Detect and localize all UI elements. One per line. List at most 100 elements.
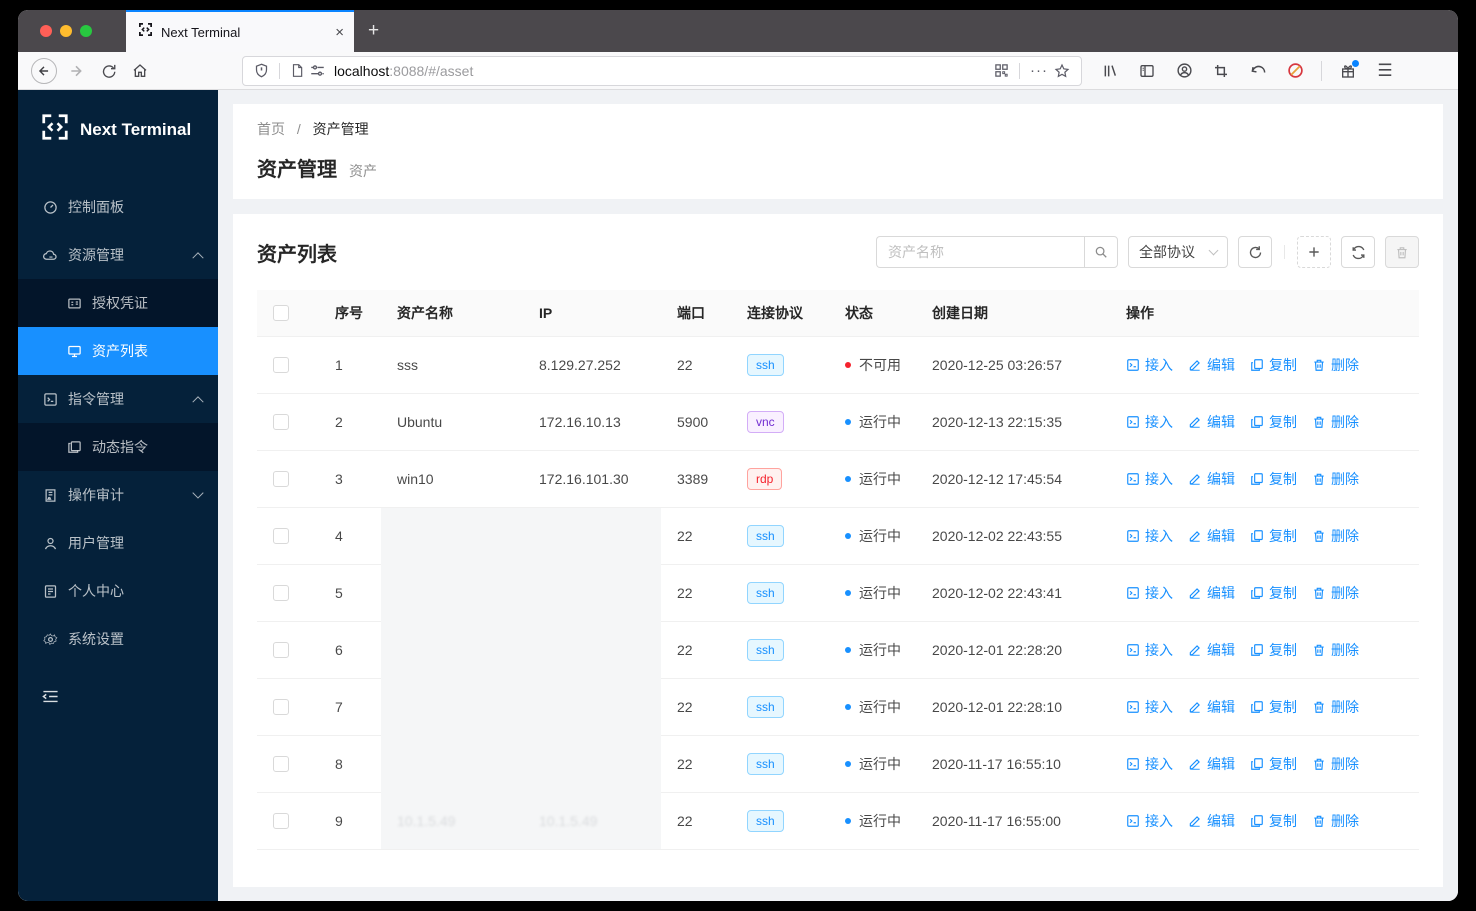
refresh-button[interactable]	[1341, 236, 1375, 268]
sidebar-item-audit[interactable]: 操作审计	[18, 471, 218, 519]
row-checkbox[interactable]	[273, 642, 289, 658]
sidebar-item-profile[interactable]: 个人中心	[18, 567, 218, 615]
access-link[interactable]: 接入	[1126, 469, 1173, 489]
forward-button[interactable]	[62, 57, 90, 85]
delete-link[interactable]: 删除	[1312, 412, 1359, 432]
access-link[interactable]: 接入	[1126, 754, 1173, 774]
traffic-lights[interactable]	[18, 10, 112, 52]
sidebar-item-users[interactable]: 用户管理	[18, 519, 218, 567]
access-link[interactable]: 接入	[1126, 811, 1173, 831]
delete-link[interactable]: 删除	[1312, 811, 1359, 831]
menu-fold-icon[interactable]	[42, 689, 218, 709]
protocol-filter-select[interactable]: 全部协议	[1128, 236, 1228, 268]
content-block-icon[interactable]	[1281, 58, 1309, 84]
sidebar-item-dashboard[interactable]: 控制面板	[18, 183, 218, 231]
edit-link[interactable]: 编辑	[1188, 811, 1235, 831]
search-button[interactable]	[1084, 236, 1118, 268]
screenshot-icon[interactable]	[1207, 58, 1235, 84]
delete-link[interactable]: 删除	[1312, 526, 1359, 546]
row-checkbox[interactable]	[273, 414, 289, 430]
page-actions-icon[interactable]: ···	[1030, 62, 1048, 79]
status-badge: 运行中	[845, 583, 901, 603]
copy-link[interactable]: 复制	[1250, 754, 1297, 774]
delete-link[interactable]: 删除	[1312, 640, 1359, 660]
home-button[interactable]	[126, 57, 154, 85]
copy-link[interactable]: 复制	[1250, 811, 1297, 831]
qr-code-icon[interactable]	[994, 63, 1009, 78]
row-checkbox[interactable]	[273, 357, 289, 373]
back-button[interactable]	[30, 57, 58, 85]
access-link[interactable]: 接入	[1126, 697, 1173, 717]
sidebar-item-assets[interactable]: 资产列表	[18, 327, 218, 375]
copy-link[interactable]: 复制	[1250, 526, 1297, 546]
breadcrumb-home[interactable]: 首页	[257, 121, 285, 137]
protocol-badge: ssh	[747, 753, 784, 775]
menu-icon[interactable]: ☰	[1371, 58, 1399, 84]
row-checkbox[interactable]	[273, 585, 289, 601]
sidebar-item-settings[interactable]: 系统设置	[18, 615, 218, 663]
edit-link[interactable]: 编辑	[1188, 526, 1235, 546]
delete-link[interactable]: 删除	[1312, 754, 1359, 774]
row-checkbox[interactable]	[273, 756, 289, 772]
sidebar-item-dynamic-commands[interactable]: 动态指令	[18, 423, 218, 471]
copy-link[interactable]: 复制	[1250, 469, 1297, 489]
permissions-icon[interactable]	[310, 64, 325, 77]
copy-link[interactable]: 复制	[1250, 697, 1297, 717]
access-link[interactable]: 接入	[1126, 526, 1173, 546]
edit-link[interactable]: 编辑	[1188, 640, 1235, 660]
undo-icon[interactable]	[1244, 58, 1272, 84]
shield-icon[interactable]	[254, 63, 269, 78]
sidebar-item-credentials[interactable]: 授权凭证	[18, 279, 218, 327]
delete-link[interactable]: 删除	[1312, 469, 1359, 489]
delete-link[interactable]: 删除	[1312, 583, 1359, 603]
library-icon[interactable]	[1096, 58, 1124, 84]
row-checkbox[interactable]	[273, 813, 289, 829]
edit-link[interactable]: 编辑	[1188, 412, 1235, 432]
access-link[interactable]: 接入	[1126, 640, 1173, 660]
edit-link[interactable]: 编辑	[1188, 697, 1235, 717]
access-link[interactable]: 接入	[1126, 583, 1173, 603]
account-icon[interactable]	[1170, 58, 1198, 84]
maximize-window-button[interactable]	[80, 25, 92, 37]
page-icon[interactable]	[290, 63, 304, 78]
access-link[interactable]: 接入	[1126, 355, 1173, 375]
status-label: 运行中	[859, 642, 901, 658]
minimize-window-button[interactable]	[60, 25, 72, 37]
gift-icon[interactable]	[1334, 58, 1362, 84]
copy-link[interactable]: 复制	[1250, 583, 1297, 603]
sidebar-item-commands[interactable]: 指令管理	[18, 375, 218, 423]
browser-tab[interactable]: Next Terminal ×	[126, 10, 354, 52]
delete-link[interactable]: 删除	[1312, 355, 1359, 375]
search-input[interactable]	[876, 236, 1084, 268]
breadcrumb-current: 资产管理	[312, 121, 369, 137]
tab-close-icon[interactable]: ×	[335, 24, 344, 41]
url-text[interactable]: localhost:8088/#/asset	[334, 63, 991, 79]
batch-delete-button[interactable]	[1385, 236, 1419, 268]
copy-link[interactable]: 复制	[1250, 412, 1297, 432]
edit-link[interactable]: 编辑	[1188, 754, 1235, 774]
add-asset-button[interactable]	[1297, 236, 1331, 268]
new-tab-button[interactable]: +	[354, 10, 393, 52]
reset-filters-button[interactable]	[1238, 236, 1272, 268]
copy-link[interactable]: 复制	[1250, 640, 1297, 660]
sidebars-icon[interactable]	[1133, 58, 1161, 84]
edit-link[interactable]: 编辑	[1188, 469, 1235, 489]
sidebar-item-resources[interactable]: 资源管理	[18, 231, 218, 279]
url-bar[interactable]: localhost:8088/#/asset ···	[242, 55, 1082, 86]
delete-link[interactable]: 删除	[1312, 697, 1359, 717]
row-checkbox[interactable]	[273, 699, 289, 715]
row-id: 8	[335, 756, 343, 772]
bookmark-star-icon[interactable]	[1054, 63, 1070, 79]
copy-link[interactable]: 复制	[1250, 355, 1297, 375]
row-checkbox[interactable]	[273, 528, 289, 544]
reload-button[interactable]	[94, 57, 122, 85]
main-content: 首页 / 资产管理 资产管理 资产 资产列表 资产名称 全部协议 序号 资产名称…	[218, 90, 1458, 901]
edit-link[interactable]: 编辑	[1188, 355, 1235, 375]
close-window-button[interactable]	[40, 25, 52, 37]
column-header-protocol: 连接协议	[731, 290, 829, 337]
asset-port: 22	[677, 585, 693, 601]
access-link[interactable]: 接入	[1126, 412, 1173, 432]
select-all-checkbox[interactable]	[273, 305, 289, 321]
edit-link[interactable]: 编辑	[1188, 583, 1235, 603]
row-checkbox[interactable]	[273, 471, 289, 487]
